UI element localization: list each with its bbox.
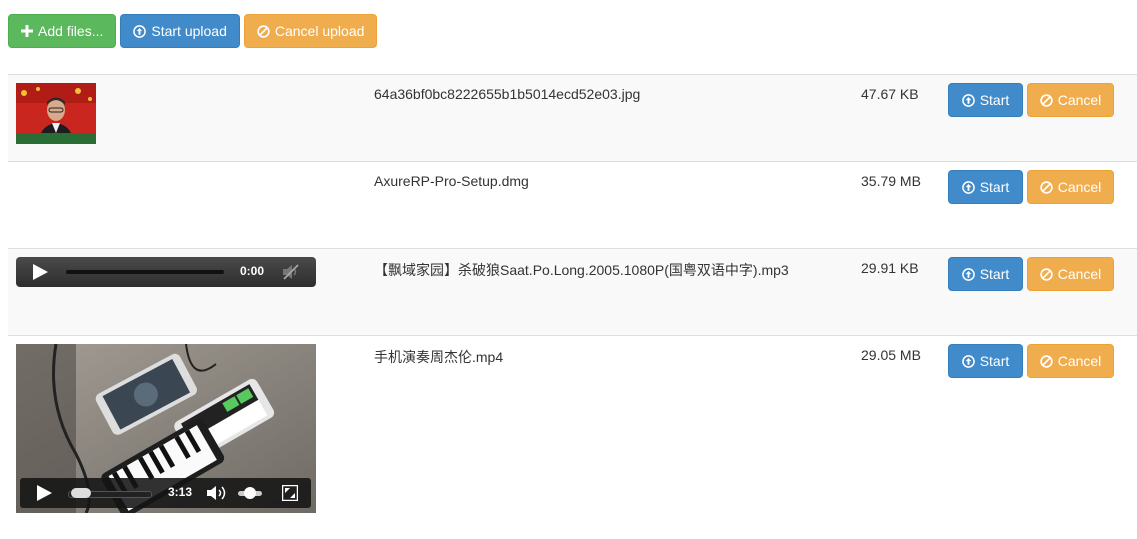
start-label: Start [979,353,1010,369]
volume-muted-icon[interactable] [282,264,300,285]
file-name: 【飘域家园】杀破狼Saat.Po.Long.2005.1080P(国粤双语中字)… [374,262,789,278]
cancel-upload-button[interactable]: Cancel upload [243,14,378,48]
file-table: 64a36bf0bc8222655b1b5014ecd52e03.jpg 47.… [8,74,1137,525]
row-actions: Start Cancel [948,257,1114,291]
ban-circle-icon [257,24,270,38]
circle-arrow-up-icon [961,267,975,281]
start-button[interactable]: Start [948,170,1023,204]
cancel-label: Cancel [1057,179,1102,195]
start-label: Start [979,92,1010,108]
file-row: 3:13 手机演奏周杰伦.mp4 29.05 MB Start Cancel [8,335,1137,525]
ban-circle-icon [1039,354,1053,368]
file-row: AxureRP-Pro-Setup.dmg 35.79 MB Start Can… [8,161,1137,248]
file-size: 29.91 KB [861,260,919,276]
audio-player: 0:00 [16,257,316,287]
file-size: 35.79 MB [861,173,921,189]
cancel-label: Cancel [1057,92,1102,108]
file-name: 64a36bf0bc8222655b1b5014ecd52e03.jpg [374,86,641,102]
audio-time: 0:00 [240,264,265,278]
cancel-button[interactable]: Cancel [1027,344,1114,378]
volume-icon[interactable] [206,484,230,507]
image-thumbnail [16,83,96,144]
add-files-label: Add files... [38,23,104,39]
file-name: 手机演奏周杰伦.mp4 [374,349,504,365]
start-label: Start [979,266,1010,282]
start-upload-button[interactable]: Start upload [120,14,240,48]
cancel-button[interactable]: Cancel [1027,257,1114,291]
start-button[interactable]: Start [948,344,1023,378]
row-actions: Start Cancel [948,83,1114,117]
circle-arrow-up-icon [961,180,975,194]
video-progress-knob[interactable] [71,488,92,498]
cancel-button[interactable]: Cancel [1027,83,1114,117]
circle-arrow-up-icon [961,354,975,368]
file-size: 29.05 MB [861,347,921,363]
ban-circle-icon [1039,267,1053,281]
file-name: AxureRP-Pro-Setup.dmg [374,173,529,189]
plus-icon [21,25,33,37]
row-actions: Start Cancel [948,344,1114,378]
video-time: 3:13 [168,485,193,499]
volume-knob[interactable] [244,487,256,499]
ban-circle-icon [1039,93,1053,107]
cancel-button[interactable]: Cancel [1027,170,1114,204]
file-size: 47.67 KB [861,86,919,102]
start-upload-label: Start upload [151,23,227,39]
file-row: 0:00 【飘域家园】杀破狼Saat.Po.Long.2005.1080P(国粤… [8,248,1137,335]
cancel-label: Cancel [1057,266,1102,282]
start-label: Start [979,179,1010,195]
circle-arrow-up-icon [961,93,975,107]
video-player[interactable]: 3:13 [16,344,316,513]
file-row: 64a36bf0bc8222655b1b5014ecd52e03.jpg 47.… [8,74,1137,161]
audio-progress-bar[interactable] [66,270,224,274]
play-icon[interactable] [32,264,48,285]
row-actions: Start Cancel [948,170,1114,204]
fullscreen-icon[interactable] [281,484,299,506]
cancel-upload-label: Cancel upload [274,23,365,39]
circle-arrow-up-icon [133,24,147,38]
cancel-label: Cancel [1057,353,1102,369]
add-files-button[interactable]: Add files... [8,14,117,48]
start-button[interactable]: Start [948,83,1023,117]
play-icon[interactable] [36,485,52,506]
start-button[interactable]: Start [948,257,1023,291]
upload-toolbar: Add files... Start upload Cancel upload [8,14,378,48]
ban-circle-icon [1039,180,1053,194]
video-controls: 3:13 [20,478,311,508]
